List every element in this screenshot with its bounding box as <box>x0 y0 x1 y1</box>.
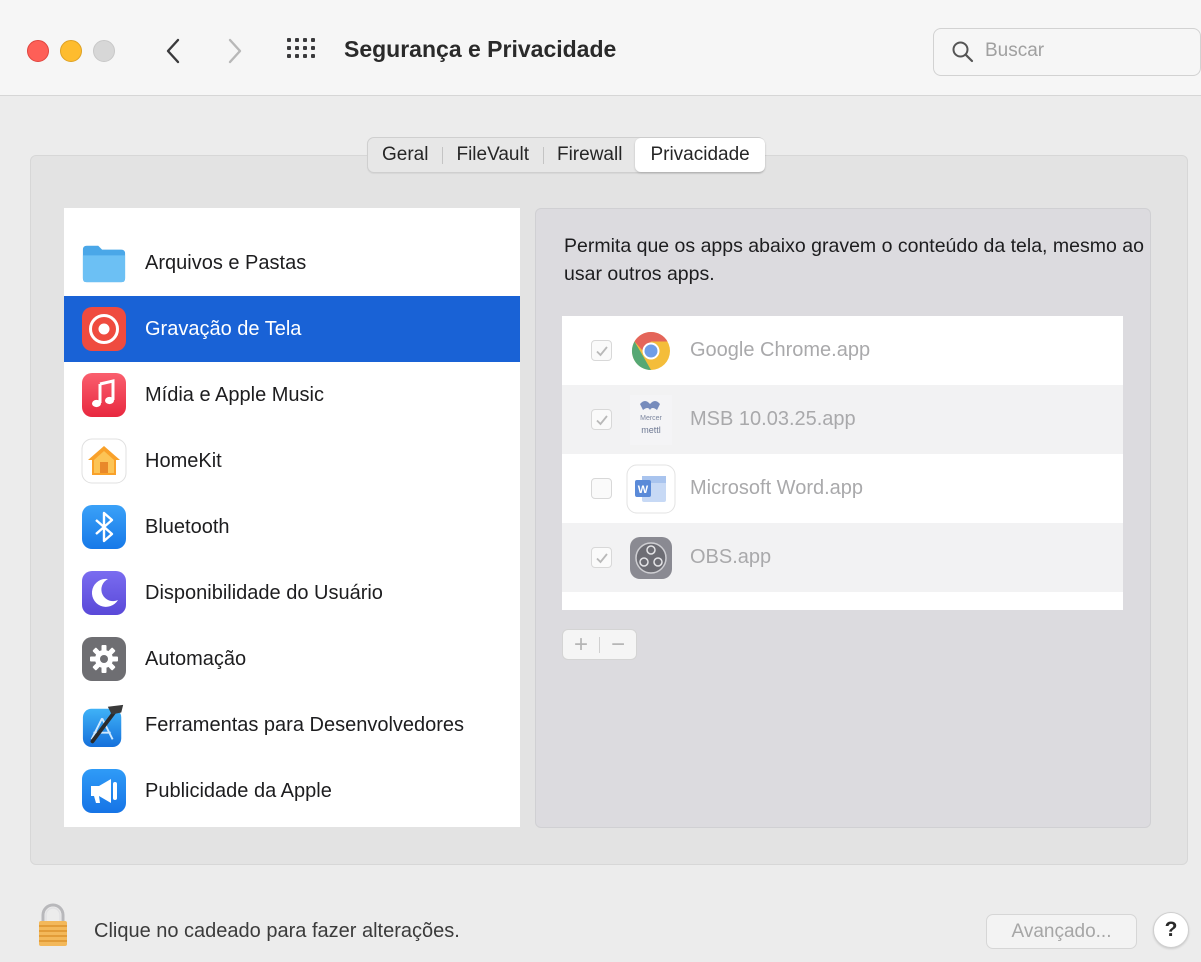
add-app-button[interactable]: + <box>563 630 599 659</box>
screen-recording-icon <box>81 306 127 352</box>
app-checkbox[interactable] <box>591 547 612 568</box>
app-row-partial[interactable] <box>562 592 1123 610</box>
app-checkbox[interactable] <box>591 340 612 361</box>
app-row-msb[interactable]: Mercer mettl MSB 10.03.25.app <box>562 385 1123 454</box>
sidebar-item-midia[interactable]: Mídia e Apple Music <box>64 362 520 428</box>
sidebar-item-label: Mídia e Apple Music <box>145 383 324 406</box>
tab-bar: Geral FileVault Firewall Privacidade <box>367 137 765 173</box>
folder-icon <box>81 208 127 212</box>
app-row-obs[interactable]: OBS.app <box>562 523 1123 592</box>
tab-geral[interactable]: Geral <box>368 138 442 172</box>
checkmark-icon <box>595 552 608 563</box>
word-icon: W <box>626 464 676 514</box>
add-remove-control: + − <box>562 629 637 660</box>
title-bar: Segurança e Privacidade <box>0 0 1201 96</box>
sidebar-item-label: Automação <box>145 647 247 670</box>
sidebar-item-homekit[interactable]: HomeKit <box>64 428 520 494</box>
app-name: Google Chrome.app <box>690 339 871 361</box>
sidebar-item-gravacao[interactable]: Gravação de Tela <box>64 296 520 362</box>
back-button[interactable] <box>158 32 188 70</box>
app-row-word[interactable]: W Microsoft Word.app <box>562 454 1123 523</box>
sidebar-item-arquivos[interactable]: Arquivos e Pastas <box>64 230 520 296</box>
search-field[interactable] <box>933 28 1201 76</box>
window-title: Segurança e Privacidade <box>344 36 617 62</box>
lock-icon[interactable] <box>38 903 68 952</box>
sidebar-item-label: Gravação de Tela <box>145 317 302 340</box>
svg-text:Mercer: Mercer <box>640 415 662 422</box>
sidebar-item-ferramentas[interactable]: Ferramentas para Desenvolvedores <box>64 692 520 758</box>
close-window-button[interactable] <box>27 40 49 62</box>
svg-text:mettl: mettl <box>641 425 661 435</box>
moon-icon <box>81 570 127 616</box>
sidebar-item-label: Publicidade da Apple <box>145 779 332 802</box>
app-checkbox[interactable] <box>591 478 612 499</box>
search-input[interactable] <box>985 40 1185 62</box>
chevron-left-icon <box>166 38 180 64</box>
app-checkbox[interactable] <box>591 409 612 430</box>
sidebar-item-automacao[interactable]: Automação <box>64 626 520 692</box>
app-name: MSB 10.03.25.app <box>690 408 856 430</box>
sidebar-item-bluetooth[interactable]: Bluetooth <box>64 494 520 560</box>
sidebar-item-disponibilidade[interactable]: Disponibilidade do Usuário <box>64 560 520 626</box>
sidebar-item-publicidade[interactable]: Publicidade da Apple <box>64 758 520 824</box>
megaphone-icon <box>81 768 127 814</box>
tab-firewall[interactable]: Firewall <box>542 138 636 172</box>
screen-recording-description: Permita que os apps abaixo gravem o cont… <box>564 235 1144 285</box>
sidebar-item-label: Bluetooth <box>145 515 230 538</box>
app-icon-partial <box>626 608 676 610</box>
help-button[interactable]: ? <box>1153 912 1189 948</box>
minimize-window-button[interactable] <box>60 40 82 62</box>
app-row-chrome[interactable]: Google Chrome.app <box>562 316 1123 385</box>
mercer-mettl-icon: Mercer mettl <box>626 394 676 445</box>
checkmark-icon <box>595 345 608 356</box>
homekit-icon <box>81 438 127 484</box>
sidebar-item-partial[interactable] <box>64 208 520 222</box>
bluetooth-icon <box>81 504 127 550</box>
music-icon <box>81 372 127 418</box>
chrome-icon <box>626 326 676 376</box>
forward-button[interactable] <box>220 32 250 70</box>
search-icon <box>952 41 974 63</box>
zoom-window-button[interactable] <box>93 40 115 62</box>
app-name: Microsoft Word.app <box>690 477 864 499</box>
tab-filevault[interactable]: FileVault <box>442 138 543 172</box>
sidebar-item-label: Disponibilidade do Usuário <box>145 581 383 604</box>
checkmark-icon <box>595 414 608 425</box>
sidebar-item-label: Arquivos e Pastas <box>145 251 307 274</box>
show-all-grid-icon[interactable] <box>287 38 319 64</box>
chevron-right-icon <box>228 38 242 64</box>
advanced-button[interactable]: Avançado... <box>986 914 1137 949</box>
sidebar-item-label: Ferramentas para Desenvolvedores <box>145 713 465 736</box>
app-name: OBS.app <box>690 546 772 568</box>
tab-privacidade[interactable]: Privacidade <box>635 138 765 172</box>
xcode-hammer-icon <box>81 702 127 748</box>
gear-icon <box>81 636 127 682</box>
lock-hint-text: Clique no cadeado para fazer alterações. <box>94 920 460 942</box>
folder-icon <box>81 240 127 286</box>
app-list[interactable]: Google Chrome.app Mercer mettl MSB 10.03.… <box>562 316 1123 610</box>
remove-app-button[interactable]: − <box>600 630 636 659</box>
obs-icon <box>626 533 676 583</box>
privacy-category-list[interactable]: Arquivos e Pastas Gravação de Tela Mídia… <box>64 208 520 827</box>
svg-text:W: W <box>638 484 649 496</box>
sidebar-item-label: HomeKit <box>145 449 222 472</box>
